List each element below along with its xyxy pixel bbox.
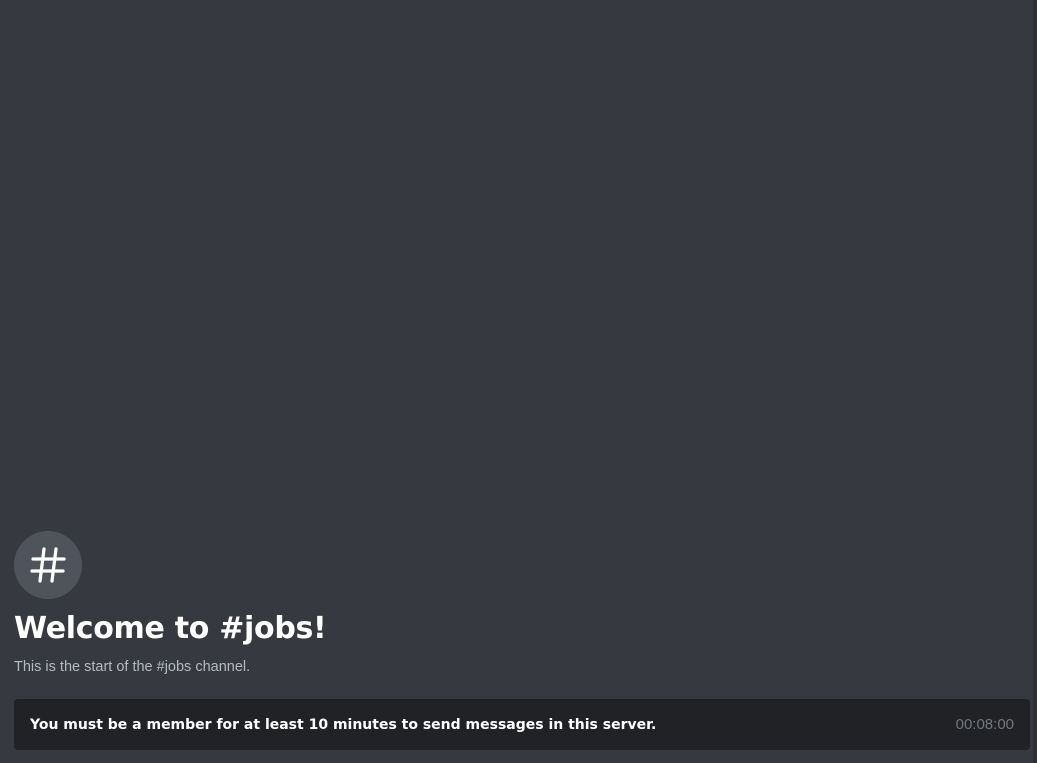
chat-area: Welcome to #jobs! This is the start of t… [0, 0, 1037, 763]
welcome-subtitle: This is the start of the #jobs channel. [14, 659, 251, 675]
cooldown-timer: 00:08:00 [955, 716, 1014, 733]
notice-message: You must be a member for at least 10 min… [30, 716, 657, 733]
channel-welcome: Welcome to #jobs! This is the start of t… [14, 531, 1023, 676]
channel-badge [14, 531, 82, 599]
hash-icon [28, 545, 68, 585]
welcome-title: Welcome to #jobs! [14, 611, 327, 646]
slowmode-notice-bar: You must be a member for at least 10 min… [14, 699, 1030, 750]
scrollbar-track[interactable] [1033, 0, 1037, 763]
